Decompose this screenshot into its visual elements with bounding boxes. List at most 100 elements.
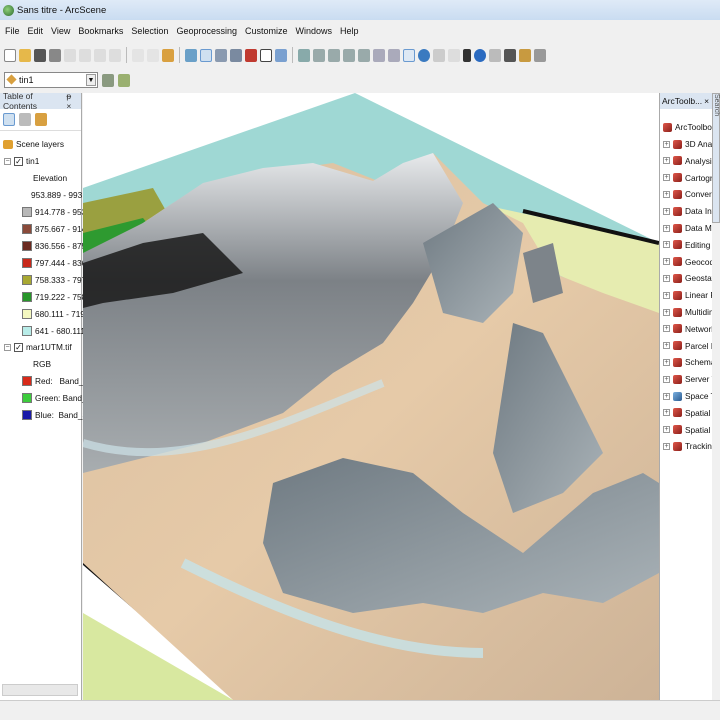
delete-icon[interactable] <box>109 48 121 62</box>
search-window-icon[interactable] <box>230 48 242 62</box>
toolbox-item[interactable]: + Spatial St <box>663 422 712 438</box>
full-extent-icon[interactable] <box>418 48 430 62</box>
toolbox-item[interactable]: + Parcel Fal <box>663 338 712 354</box>
contour-icon[interactable] <box>102 73 114 87</box>
binoculars-icon[interactable] <box>504 48 516 62</box>
menu-view[interactable]: View <box>51 26 70 36</box>
toolbox-item[interactable]: + Schemati <box>663 354 712 370</box>
chevron-down-icon[interactable]: ▼ <box>86 74 96 86</box>
expand-icon[interactable]: + <box>663 442 670 450</box>
expand-icon[interactable]: + <box>663 308 670 316</box>
expand-icon[interactable]: + <box>663 426 670 434</box>
layer-tin1[interactable]: − ✓ tin1 <box>4 154 39 168</box>
navigate-icon[interactable] <box>298 48 310 62</box>
fly-icon[interactable] <box>313 48 325 62</box>
paste-icon[interactable] <box>94 48 106 62</box>
identify-disabled-icon[interactable] <box>433 48 445 62</box>
search-side-tab[interactable]: Search <box>712 93 720 223</box>
animation-icon[interactable] <box>519 48 531 62</box>
arctoolbox-icon[interactable] <box>245 48 257 62</box>
close-icon[interactable]: × <box>66 101 71 111</box>
menu-bookmarks[interactable]: Bookmarks <box>78 26 123 36</box>
expand-icon[interactable]: + <box>663 157 670 165</box>
toc-window-icon[interactable] <box>200 48 212 62</box>
expand-icon[interactable]: + <box>663 375 670 383</box>
toolbox-item[interactable]: + Multidim <box>663 304 712 320</box>
steepest-path-icon[interactable] <box>118 73 130 87</box>
toolbox-item[interactable]: + Data Inter <box>663 203 712 219</box>
toolbox-item[interactable]: + Cartograp <box>663 170 712 186</box>
toolbox-item[interactable]: + Analysis <box>663 153 712 169</box>
toc-horizontal-scrollbar[interactable] <box>2 684 78 696</box>
arctoolbox-root[interactable]: ArcToolbox <box>663 119 712 135</box>
toolbox-item[interactable]: + Conversic <box>663 186 712 202</box>
menu-selection[interactable]: Selection <box>131 26 168 36</box>
expand-icon[interactable]: + <box>663 409 670 417</box>
3d-scene-view[interactable] <box>83 93 659 700</box>
toolbox-item[interactable]: + Space Tir <box>663 388 712 404</box>
modelbuilder-icon[interactable] <box>275 48 287 62</box>
toolbox-item[interactable]: + Network <box>663 321 712 337</box>
expand-icon[interactable]: + <box>663 207 670 215</box>
zoom-in-icon[interactable] <box>373 48 385 62</box>
undo-icon[interactable] <box>132 48 144 62</box>
expand-icon[interactable]: + <box>663 241 670 249</box>
expand-icon[interactable]: + <box>663 174 670 182</box>
toolbox-item[interactable]: +3D Analy <box>663 136 712 152</box>
expand-icon[interactable]: + <box>663 291 670 299</box>
toolbox-item[interactable]: + Tracking <box>663 438 712 454</box>
collapse-icon[interactable]: − <box>4 157 11 165</box>
measure-icon[interactable] <box>489 48 501 62</box>
select-pointer-icon[interactable] <box>463 48 471 62</box>
zoom-out-icon[interactable] <box>388 48 400 62</box>
catalog-icon[interactable] <box>215 48 227 62</box>
cut-icon[interactable] <box>64 48 76 62</box>
set-observer-icon[interactable] <box>358 48 370 62</box>
menu-windows[interactable]: Windows <box>296 26 333 36</box>
close-icon[interactable]: × <box>704 96 709 106</box>
menu-customize[interactable]: Customize <box>245 26 288 36</box>
toolbox-item[interactable]: + Server To <box>663 371 712 387</box>
list-by-source-icon[interactable] <box>19 113 31 126</box>
list-by-visibility-icon[interactable] <box>35 113 47 126</box>
expand-icon[interactable]: + <box>663 358 670 366</box>
redo-icon[interactable] <box>147 48 159 62</box>
expand-icon[interactable]: + <box>663 325 670 333</box>
expand-icon[interactable]: + <box>663 274 670 282</box>
layer-dropdown[interactable]: tin1 ▼ <box>4 72 98 88</box>
expand-icon[interactable]: + <box>663 392 670 400</box>
print-icon[interactable] <box>49 48 61 62</box>
zoom-to-target-icon[interactable] <box>343 48 355 62</box>
new-icon[interactable] <box>4 48 16 62</box>
expand-icon[interactable]: + <box>663 342 670 350</box>
copy-icon[interactable] <box>79 48 91 62</box>
expand-icon[interactable]: + <box>663 140 670 148</box>
identify-icon[interactable] <box>474 48 486 62</box>
menu-edit[interactable]: Edit <box>28 26 44 36</box>
visibility-checkbox[interactable]: ✓ <box>14 342 23 352</box>
toolbox-item[interactable]: + Linear Re <box>663 287 712 303</box>
menu-help[interactable]: Help <box>340 26 359 36</box>
pan-icon[interactable] <box>403 48 415 62</box>
scene-layers-node[interactable]: Scene layers <box>3 137 64 151</box>
toolbox-item[interactable]: + Spatial Ar <box>663 405 712 421</box>
narrow-icon[interactable] <box>448 48 460 62</box>
open-icon[interactable] <box>19 48 31 62</box>
toolbox-item[interactable]: + Geostatis <box>663 270 712 286</box>
expand-icon[interactable]: + <box>663 224 670 232</box>
collapse-icon[interactable]: − <box>4 343 11 351</box>
layer-mar1utm[interactable]: − ✓ mar1UTM.tif <box>4 340 72 354</box>
expand-icon[interactable]: + <box>663 258 670 266</box>
add-data-icon[interactable] <box>162 48 174 62</box>
target-center-icon[interactable] <box>328 48 340 62</box>
toolbar-options-icon[interactable] <box>534 48 546 62</box>
toolbox-item[interactable]: + Editing T <box>663 237 712 253</box>
scene-properties-icon[interactable] <box>185 48 197 62</box>
expand-icon[interactable]: + <box>663 190 670 198</box>
python-window-icon[interactable] <box>260 48 272 62</box>
pin-icon[interactable]: ᵽ <box>66 91 71 101</box>
save-icon[interactable] <box>34 48 46 62</box>
visibility-checkbox[interactable]: ✓ <box>14 156 23 166</box>
menu-file[interactable]: File <box>5 26 20 36</box>
menu-geoprocessing[interactable]: Geoprocessing <box>176 26 237 36</box>
